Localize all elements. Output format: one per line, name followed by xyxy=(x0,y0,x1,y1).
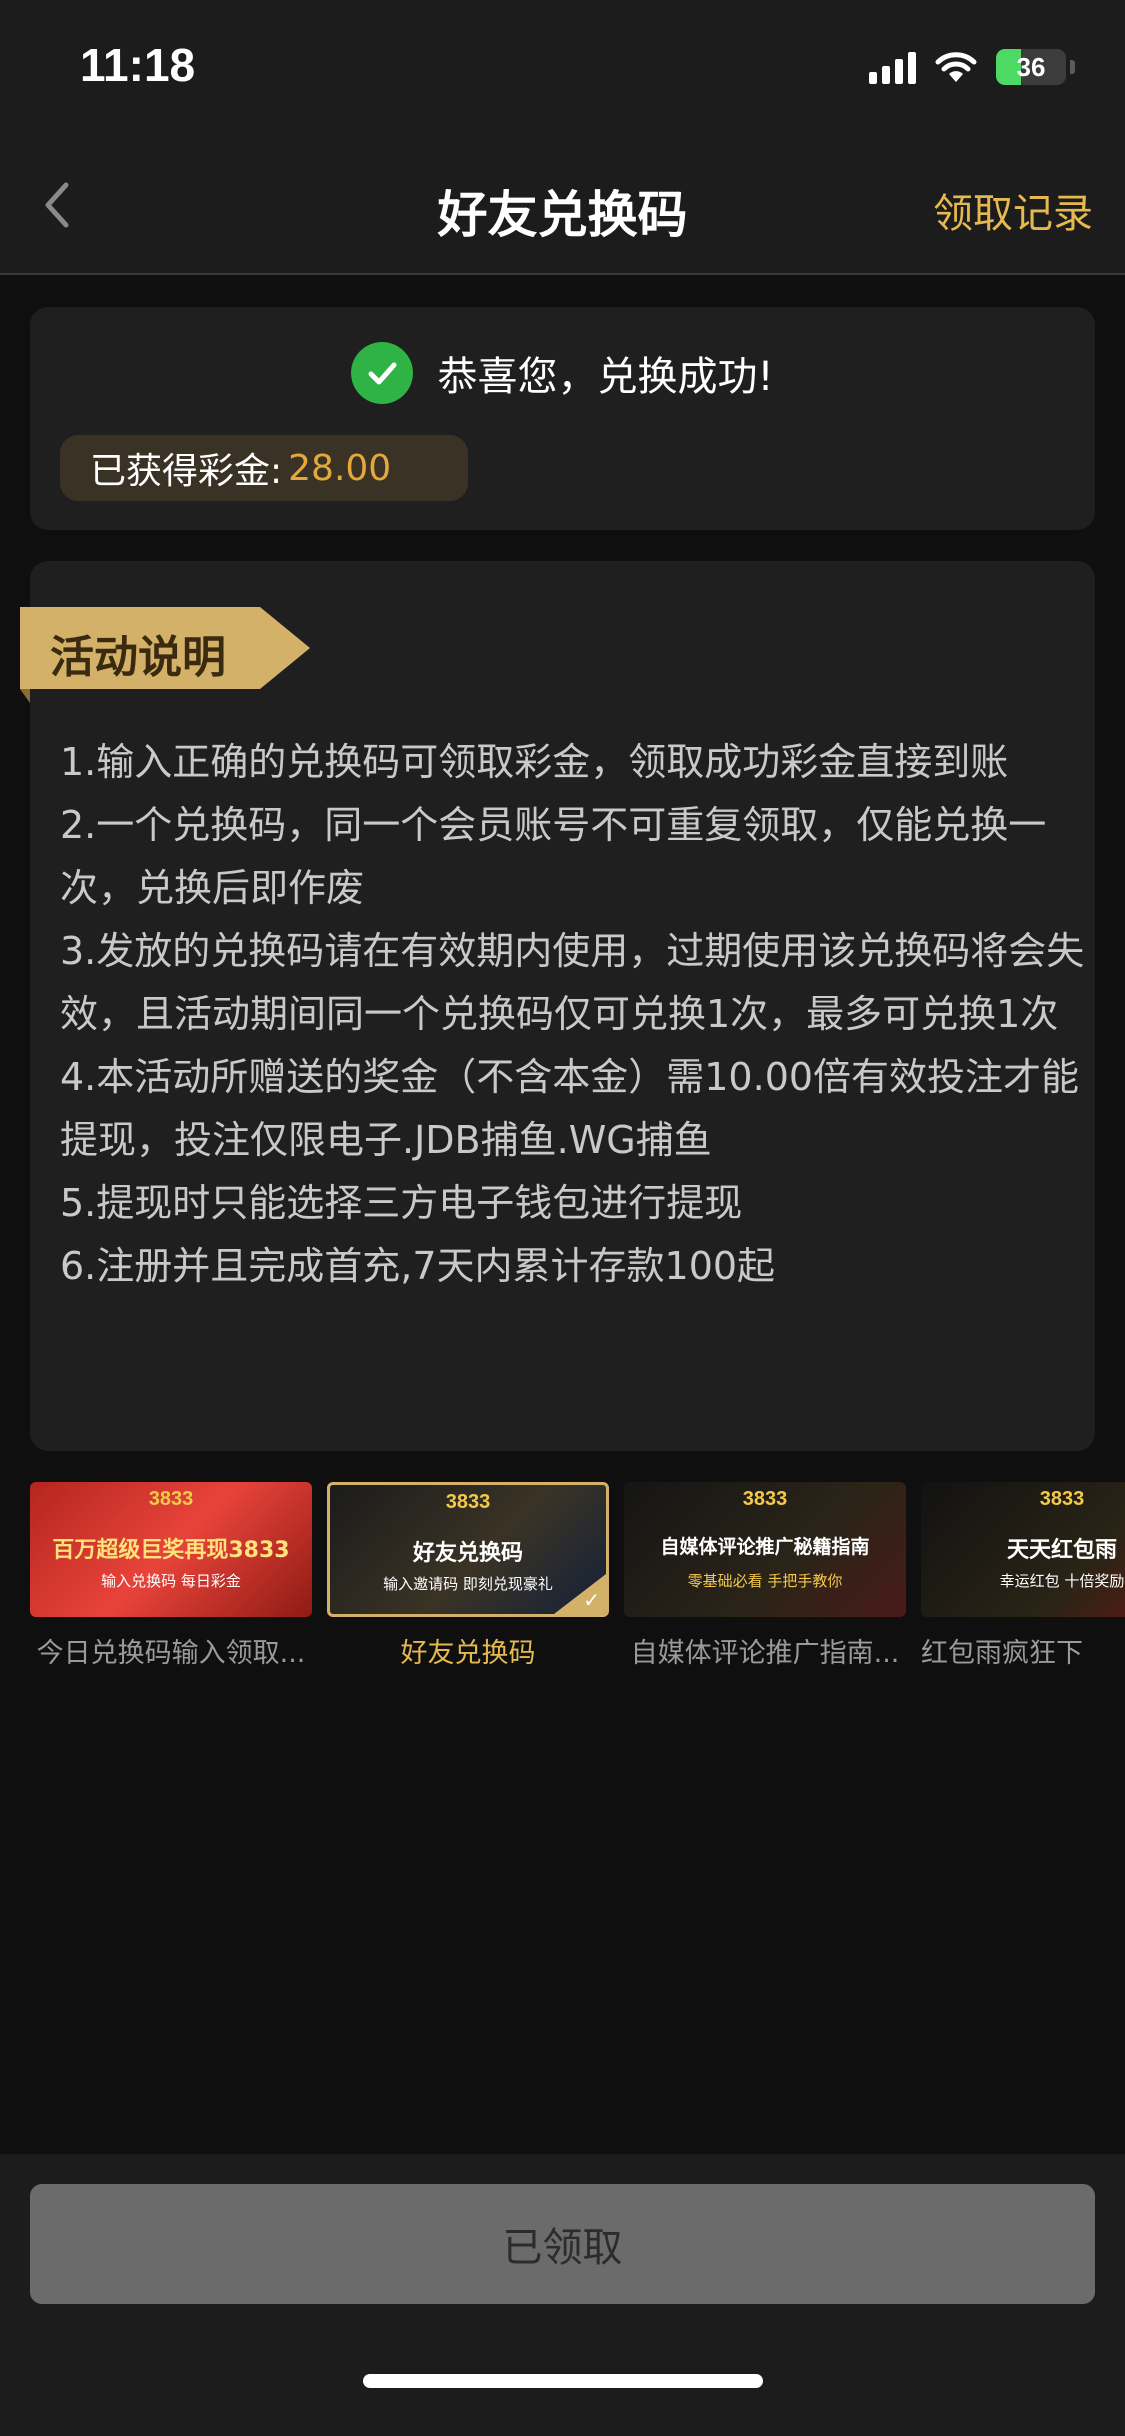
check-circle-icon xyxy=(351,342,414,404)
bonus-badge: 已获得彩金: 28.00 xyxy=(60,435,468,501)
claim-record-link[interactable]: 领取记录 xyxy=(933,181,1093,239)
promo-thumbnail[interactable]: 3833 百万超级巨奖再现3833 输入兑换码 每日彩金 xyxy=(30,1482,312,1617)
battery-nub xyxy=(1070,60,1075,74)
home-indicator[interactable] xyxy=(363,2374,763,2388)
brand-logo: 3833 xyxy=(1039,1488,1085,1510)
promo-carousel[interactable]: 3833 百万超级巨奖再现3833 输入兑换码 每日彩金 今日兑换码输入领取..… xyxy=(30,1482,1125,1682)
promo-thumb-sub: 输入兑换码 每日彩金 xyxy=(101,1572,241,1590)
promo-caption: 今日兑换码输入领取... xyxy=(36,1638,306,1669)
promo-slide-media-guide[interactable]: 3833 自媒体评论推广秘籍指南 零基础必看 手把手教你 自媒体评论推广指南..… xyxy=(624,1482,906,1670)
status-icons: 36 xyxy=(869,46,1075,88)
rules-card: 活动说明 1.输入正确的兑换码可领取彩金，领取成功彩金直接到账 2.一个兑换码，… xyxy=(20,561,1095,1451)
promo-thumb-title: 好友兑换码 xyxy=(412,1541,523,1566)
promo-caption: 红包雨疯狂下 xyxy=(921,1638,1083,1669)
rule-item: 4.本活动所赠送的奖金（不含本金）需10.00倍有效投注才能提现，投注仅限电子.… xyxy=(60,1055,1080,1162)
bonus-value: 28.00 xyxy=(288,447,392,489)
promo-slide-daily-code[interactable]: 3833 百万超级巨奖再现3833 输入兑换码 每日彩金 今日兑换码输入领取..… xyxy=(30,1482,312,1670)
status-time: 11:18 xyxy=(80,39,196,91)
promo-thumbnail[interactable]: 3833 好友兑换码 输入邀请码 即刻兑现豪礼 ✓ xyxy=(327,1482,609,1617)
success-message: 恭喜您，兑换成功! xyxy=(437,354,774,400)
bottom-bar: 已领取 xyxy=(0,2154,1125,2436)
rules-tag-fold xyxy=(20,689,30,703)
rule-item: 3.发放的兑换码请在有效期内使用，过期使用该兑换码将会失效，且活动期间同一个兑换… xyxy=(60,929,1085,1036)
brand-logo: 3833 xyxy=(445,1491,491,1513)
success-row: 恭喜您，兑换成功! xyxy=(30,341,1095,405)
promo-thumbnail[interactable]: 3833 自媒体评论推广秘籍指南 零基础必看 手把手教你 xyxy=(624,1482,906,1617)
battery-icon: 36 xyxy=(996,49,1066,85)
nav-bar: 好友兑换码 领取记录 xyxy=(0,135,1125,275)
battery-level: 36 xyxy=(1016,51,1046,82)
promo-thumb-title: 自媒体评论推广秘籍指南 xyxy=(660,1536,870,1558)
wifi-icon xyxy=(935,52,977,82)
rules-tag: 活动说明 xyxy=(20,607,310,689)
promo-caption: 自媒体评论推广指南... xyxy=(630,1638,900,1669)
rule-item: 6.注册并且完成首充,7天内累计存款100起 xyxy=(60,1244,776,1288)
rule-item: 1.输入正确的兑换码可领取彩金，领取成功彩金直接到账 xyxy=(60,740,1009,784)
promo-slide-red-envelope[interactable]: 3833 天天红包雨 幸运红包 十倍奖励 红包雨疯狂下 xyxy=(921,1482,1125,1670)
success-card: 恭喜您，兑换成功! 已获得彩金: 28.00 xyxy=(30,307,1095,530)
promo-thumb-title: 百万超级巨奖再现3833 xyxy=(52,1538,290,1563)
promo-thumb-sub: 零基础必看 手把手教你 xyxy=(687,1572,843,1590)
claimed-button[interactable]: 已领取 xyxy=(30,2184,1095,2304)
promo-thumb-sub: 幸运红包 十倍奖励 xyxy=(999,1572,1125,1590)
rule-item: 5.提现时只能选择三方电子钱包进行提现 xyxy=(60,1181,743,1225)
promo-thumb-sub: 输入邀请码 即刻兑现豪礼 xyxy=(383,1575,553,1593)
brand-logo: 3833 xyxy=(148,1488,194,1510)
promo-slide-friend-code[interactable]: 3833 好友兑换码 输入邀请码 即刻兑现豪礼 ✓ 好友兑换码 xyxy=(327,1482,609,1670)
rule-item: 2.一个兑换码，同一个会员账号不可重复领取，仅能兑换一次，兑换后即作废 xyxy=(60,803,1047,910)
brand-logo: 3833 xyxy=(742,1488,788,1510)
rules-list: 1.输入正确的兑换码可领取彩金，领取成功彩金直接到账 2.一个兑换码，同一个会员… xyxy=(60,731,1085,1298)
status-bar: 11:18 36 xyxy=(0,0,1125,135)
promo-caption: 好友兑换码 xyxy=(400,1638,536,1669)
bonus-label: 已获得彩金: xyxy=(90,451,283,492)
signal-icon xyxy=(869,50,916,84)
promo-thumb-title: 天天红包雨 xyxy=(1006,1538,1117,1563)
rules-tag-label: 活动说明 xyxy=(50,632,226,683)
promo-thumbnail[interactable]: 3833 天天红包雨 幸运红包 十倍奖励 xyxy=(921,1482,1125,1617)
